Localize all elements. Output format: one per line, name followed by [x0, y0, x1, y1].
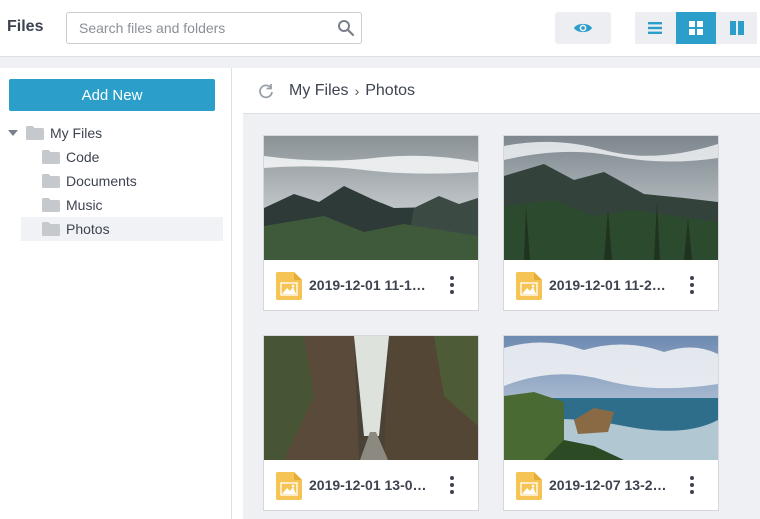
- tree-item-code[interactable]: Code: [42, 145, 223, 169]
- list-view-button[interactable]: [635, 12, 676, 44]
- tree-item-photos[interactable]: Photos: [21, 217, 223, 241]
- tree-item-music[interactable]: Music: [42, 193, 223, 217]
- tree-item-my-files[interactable]: My Files: [8, 121, 223, 145]
- image-file-icon: [276, 272, 302, 300]
- header-gap: [0, 57, 760, 68]
- image-thumbnail[interactable]: [264, 336, 478, 460]
- file-card-footer: 2019-12-01 11-2…: [504, 260, 718, 310]
- image-thumbnail[interactable]: [504, 136, 718, 260]
- file-name: 2019-12-01 13-0…: [309, 477, 427, 493]
- more-options-icon[interactable]: [686, 274, 698, 296]
- image-thumbnail[interactable]: [504, 336, 718, 460]
- refresh-icon[interactable]: [257, 82, 275, 100]
- more-options-icon[interactable]: [446, 474, 458, 496]
- search-box: [66, 12, 362, 44]
- more-options-icon[interactable]: [446, 274, 458, 296]
- search-input[interactable]: [67, 13, 329, 43]
- folder-icon: [42, 198, 60, 212]
- image-file-icon: [276, 472, 302, 500]
- main-content: My Files › Photos 2019-12-01 11-1… 2019-…: [243, 68, 760, 519]
- file-card[interactable]: 2019-12-07 13-2…: [503, 335, 719, 511]
- file-card[interactable]: 2019-12-01 11-1…: [263, 135, 479, 311]
- tree-item-label: Code: [66, 149, 100, 165]
- eye-icon: [574, 23, 592, 33]
- folder-icon: [42, 222, 60, 236]
- tree-item-label: Music: [66, 197, 103, 213]
- folder-icon: [26, 126, 44, 140]
- caret-down-icon[interactable]: [8, 130, 18, 136]
- list-icon: [648, 22, 663, 34]
- view-mode-switcher: [635, 12, 758, 44]
- image-file-icon: [516, 272, 542, 300]
- add-new-button[interactable]: Add New: [9, 79, 215, 111]
- breadcrumb-my-files[interactable]: My Files: [289, 82, 349, 100]
- file-card[interactable]: 2019-12-01 13-0…: [263, 335, 479, 511]
- file-name: 2019-12-01 11-2…: [549, 277, 666, 293]
- grid-icon: [689, 21, 703, 35]
- tree-item-label: Photos: [66, 221, 110, 237]
- columns-icon: [729, 21, 744, 35]
- file-card-footer: 2019-12-07 13-2…: [504, 460, 718, 510]
- image-file-icon: [516, 472, 542, 500]
- chevron-right-icon: ›: [354, 83, 360, 99]
- file-name: 2019-12-01 11-1…: [309, 277, 426, 293]
- breadcrumb-bar: My Files › Photos: [243, 68, 760, 114]
- grid-view-button[interactable]: [675, 12, 717, 44]
- breadcrumb: My Files › Photos: [289, 82, 415, 100]
- more-options-icon[interactable]: [686, 474, 698, 496]
- image-thumbnail[interactable]: [264, 136, 478, 260]
- tree-item-documents[interactable]: Documents: [42, 169, 223, 193]
- file-card[interactable]: 2019-12-01 11-2…: [503, 135, 719, 311]
- folder-icon: [42, 174, 60, 188]
- file-card-footer: 2019-12-01 13-0…: [264, 460, 478, 510]
- sidebar: Add New My Files Code Documents Music Ph…: [0, 68, 232, 519]
- app-header: Files: [0, 0, 760, 57]
- columns-view-button[interactable]: [716, 12, 758, 44]
- preview-toggle-button[interactable]: [555, 12, 611, 44]
- file-name: 2019-12-07 13-2…: [549, 477, 667, 493]
- app-title: Files: [7, 18, 44, 35]
- tree-item-label: Documents: [66, 173, 137, 189]
- file-card-footer: 2019-12-01 11-1…: [264, 260, 478, 310]
- folder-icon: [42, 150, 60, 164]
- tree-item-label: My Files: [50, 125, 103, 141]
- breadcrumb-photos[interactable]: Photos: [365, 82, 415, 100]
- search-icon[interactable]: [337, 19, 355, 37]
